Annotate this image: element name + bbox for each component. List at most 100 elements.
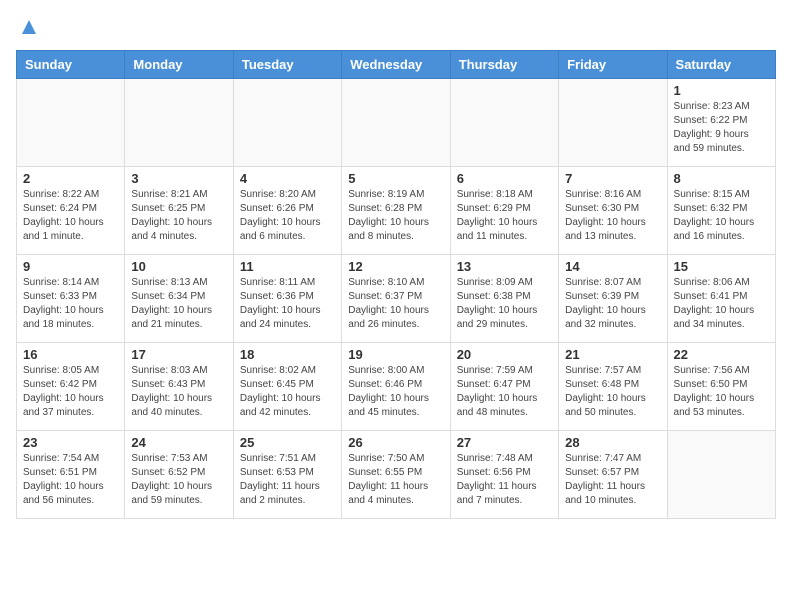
day-number: 4 xyxy=(240,171,335,186)
day-info: Sunrise: 8:07 AM Sunset: 6:39 PM Dayligh… xyxy=(565,276,660,332)
week-row-1: 1 Sunrise: 8:23 AM Sunset: 6:22 PM Daylig… xyxy=(17,79,776,167)
day-cell xyxy=(559,79,667,167)
day-info: Sunrise: 8:15 AM Sunset: 6:32 PM Dayligh… xyxy=(674,188,769,244)
day-info: Sunrise: 8:09 AM Sunset: 6:38 PM Dayligh… xyxy=(457,276,552,332)
day-info: Sunrise: 8:21 AM Sunset: 6:25 PM Dayligh… xyxy=(131,188,226,244)
day-number: 13 xyxy=(457,259,552,274)
day-number: 20 xyxy=(457,347,552,362)
day-cell: 5 Sunrise: 8:19 AM Sunset: 6:28 PM Daylig… xyxy=(342,167,450,255)
day-cell: 22 Sunrise: 7:56 AM Sunset: 6:50 PM Dayli… xyxy=(667,343,775,431)
day-number: 21 xyxy=(565,347,660,362)
weekday-header-thursday: Thursday xyxy=(450,51,558,79)
day-cell: 19 Sunrise: 8:00 AM Sunset: 6:46 PM Dayli… xyxy=(342,343,450,431)
day-info: Sunrise: 8:02 AM Sunset: 6:45 PM Dayligh… xyxy=(240,364,335,420)
day-number: 25 xyxy=(240,435,335,450)
day-info: Sunrise: 7:53 AM Sunset: 6:52 PM Dayligh… xyxy=(131,452,226,508)
week-row-4: 16 Sunrise: 8:05 AM Sunset: 6:42 PM Dayli… xyxy=(17,343,776,431)
day-info: Sunrise: 8:18 AM Sunset: 6:29 PM Dayligh… xyxy=(457,188,552,244)
day-info: Sunrise: 8:20 AM Sunset: 6:26 PM Dayligh… xyxy=(240,188,335,244)
day-cell: 4 Sunrise: 8:20 AM Sunset: 6:26 PM Daylig… xyxy=(233,167,341,255)
day-number: 9 xyxy=(23,259,118,274)
week-row-2: 2Sunrise: 8:22 AM Sunset: 6:24 PM Daylig… xyxy=(17,167,776,255)
weekday-header-monday: Monday xyxy=(125,51,233,79)
calendar: SundayMondayTuesdayWednesdayThursdayFrid… xyxy=(16,50,776,519)
day-number: 12 xyxy=(348,259,443,274)
day-cell: 23 Sunrise: 7:54 AM Sunset: 6:51 PM Dayli… xyxy=(17,431,125,519)
weekday-header-wednesday: Wednesday xyxy=(342,51,450,79)
day-cell: 27Sunrise: 7:48 AM Sunset: 6:56 PM Dayli… xyxy=(450,431,558,519)
day-info: Sunrise: 8:00 AM Sunset: 6:46 PM Dayligh… xyxy=(348,364,443,420)
weekday-header-row: SundayMondayTuesdayWednesdayThursdayFrid… xyxy=(17,51,776,79)
day-info: Sunrise: 7:59 AM Sunset: 6:47 PM Dayligh… xyxy=(457,364,552,420)
day-info: Sunrise: 8:19 AM Sunset: 6:28 PM Dayligh… xyxy=(348,188,443,244)
day-number: 18 xyxy=(240,347,335,362)
day-cell xyxy=(450,79,558,167)
day-cell: 10 Sunrise: 8:13 AM Sunset: 6:34 PM Dayli… xyxy=(125,255,233,343)
day-info: Sunrise: 7:56 AM Sunset: 6:50 PM Dayligh… xyxy=(674,364,769,420)
day-info: Sunrise: 8:11 AM Sunset: 6:36 PM Dayligh… xyxy=(240,276,335,332)
weekday-header-saturday: Saturday xyxy=(667,51,775,79)
day-cell: 11 Sunrise: 8:11 AM Sunset: 6:36 PM Dayli… xyxy=(233,255,341,343)
day-cell: 28Sunrise: 7:47 AM Sunset: 6:57 PM Dayli… xyxy=(559,431,667,519)
day-cell: 6 Sunrise: 8:18 AM Sunset: 6:29 PM Daylig… xyxy=(450,167,558,255)
day-number: 14 xyxy=(565,259,660,274)
day-cell: 24 Sunrise: 7:53 AM Sunset: 6:52 PM Dayli… xyxy=(125,431,233,519)
day-info: Sunrise: 8:16 AM Sunset: 6:30 PM Dayligh… xyxy=(565,188,660,244)
day-number: 8 xyxy=(674,171,769,186)
day-number: 3 xyxy=(131,171,226,186)
weekday-header-friday: Friday xyxy=(559,51,667,79)
day-info: Sunrise: 7:57 AM Sunset: 6:48 PM Dayligh… xyxy=(565,364,660,420)
day-cell xyxy=(667,431,775,519)
day-cell: 18 Sunrise: 8:02 AM Sunset: 6:45 PM Dayli… xyxy=(233,343,341,431)
day-number: 1 xyxy=(674,83,769,98)
day-number: 28 xyxy=(565,435,660,450)
day-number: 10 xyxy=(131,259,226,274)
day-number: 15 xyxy=(674,259,769,274)
day-number: 19 xyxy=(348,347,443,362)
day-number: 16 xyxy=(23,347,118,362)
week-row-5: 23 Sunrise: 7:54 AM Sunset: 6:51 PM Dayli… xyxy=(17,431,776,519)
day-number: 7 xyxy=(565,171,660,186)
day-cell: 26 Sunrise: 7:50 AM Sunset: 6:55 PM Dayli… xyxy=(342,431,450,519)
day-cell: 8 Sunrise: 8:15 AM Sunset: 6:32 PM Daylig… xyxy=(667,167,775,255)
day-info: Sunrise: 8:05 AM Sunset: 6:42 PM Dayligh… xyxy=(23,364,118,420)
day-number: 5 xyxy=(348,171,443,186)
day-number: 6 xyxy=(457,171,552,186)
day-cell: 7 Sunrise: 8:16 AM Sunset: 6:30 PM Daylig… xyxy=(559,167,667,255)
day-info: Sunrise: 7:50 AM Sunset: 6:55 PM Dayligh… xyxy=(348,452,443,508)
day-info: Sunrise: 8:14 AM Sunset: 6:33 PM Dayligh… xyxy=(23,276,118,332)
day-cell: 12 Sunrise: 8:10 AM Sunset: 6:37 PM Dayli… xyxy=(342,255,450,343)
weekday-header-sunday: Sunday xyxy=(17,51,125,79)
day-number: 17 xyxy=(131,347,226,362)
day-cell: 21 Sunrise: 7:57 AM Sunset: 6:48 PM Dayli… xyxy=(559,343,667,431)
day-info: Sunrise: 7:51 AM Sunset: 6:53 PM Dayligh… xyxy=(240,452,335,508)
weekday-header-tuesday: Tuesday xyxy=(233,51,341,79)
week-row-3: 9 Sunrise: 8:14 AM Sunset: 6:33 PM Daylig… xyxy=(17,255,776,343)
day-number: 11 xyxy=(240,259,335,274)
day-info: Sunrise: 8:06 AM Sunset: 6:41 PM Dayligh… xyxy=(674,276,769,332)
day-number: 23 xyxy=(23,435,118,450)
day-cell: 14 Sunrise: 8:07 AM Sunset: 6:39 PM Dayli… xyxy=(559,255,667,343)
day-cell: 13 Sunrise: 8:09 AM Sunset: 6:38 PM Dayli… xyxy=(450,255,558,343)
header xyxy=(16,16,776,38)
day-info: Sunrise: 8:22 AM Sunset: 6:24 PM Dayligh… xyxy=(23,188,118,244)
day-cell: 16 Sunrise: 8:05 AM Sunset: 6:42 PM Dayli… xyxy=(17,343,125,431)
day-cell: 9 Sunrise: 8:14 AM Sunset: 6:33 PM Daylig… xyxy=(17,255,125,343)
logo-icon xyxy=(18,16,40,38)
day-info: Sunrise: 8:10 AM Sunset: 6:37 PM Dayligh… xyxy=(348,276,443,332)
day-number: 26 xyxy=(348,435,443,450)
day-info: Sunrise: 8:13 AM Sunset: 6:34 PM Dayligh… xyxy=(131,276,226,332)
day-info: Sunrise: 8:23 AM Sunset: 6:22 PM Dayligh… xyxy=(674,100,769,156)
day-cell xyxy=(342,79,450,167)
day-cell xyxy=(125,79,233,167)
day-cell xyxy=(233,79,341,167)
day-number: 22 xyxy=(674,347,769,362)
logo xyxy=(16,16,40,38)
day-cell: 15 Sunrise: 8:06 AM Sunset: 6:41 PM Dayli… xyxy=(667,255,775,343)
day-cell: 25 Sunrise: 7:51 AM Sunset: 6:53 PM Dayli… xyxy=(233,431,341,519)
day-number: 24 xyxy=(131,435,226,450)
day-cell xyxy=(17,79,125,167)
day-info: Sunrise: 7:54 AM Sunset: 6:51 PM Dayligh… xyxy=(23,452,118,508)
day-cell: 3 Sunrise: 8:21 AM Sunset: 6:25 PM Daylig… xyxy=(125,167,233,255)
day-cell: 20 Sunrise: 7:59 AM Sunset: 6:47 PM Dayli… xyxy=(450,343,558,431)
